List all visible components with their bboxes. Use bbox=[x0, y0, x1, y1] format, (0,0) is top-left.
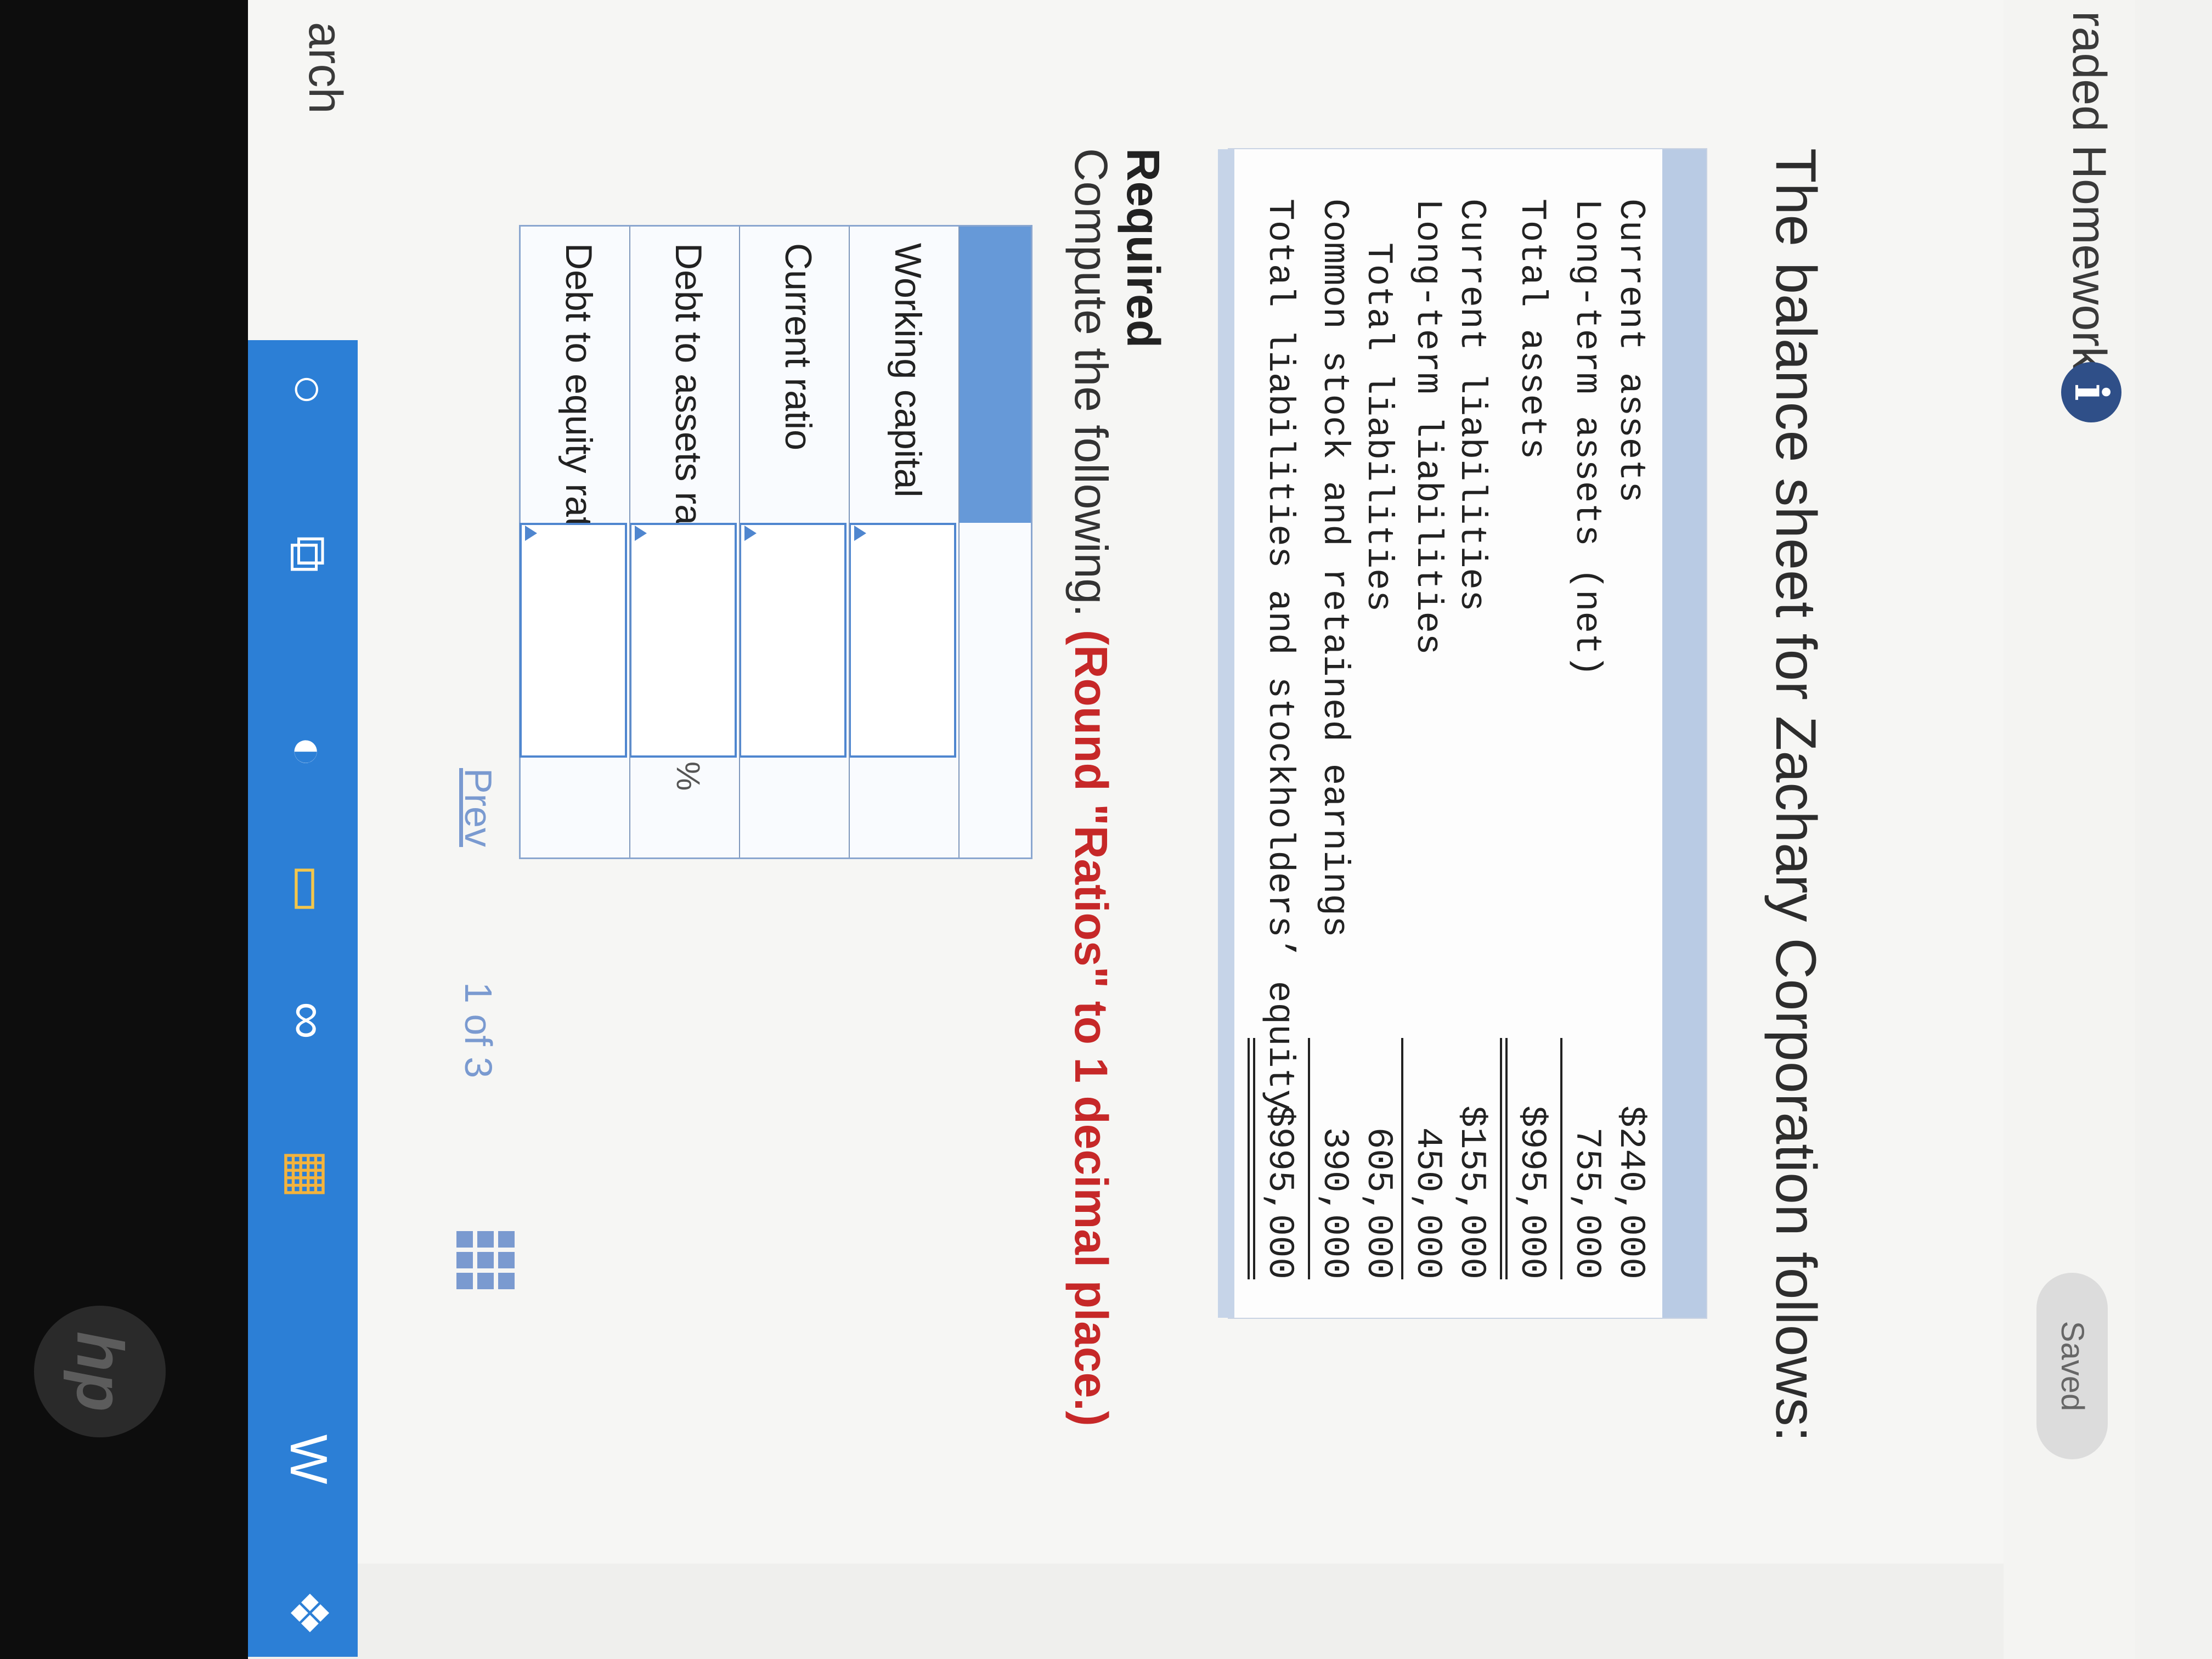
question-grid-icon[interactable] bbox=[451, 1229, 517, 1295]
answer-row-label: Debt to assets ratio bbox=[668, 243, 709, 565]
balance-row-label: Common stock and retained earnings bbox=[1314, 199, 1355, 938]
answer-row-label: Debt to equity ratio bbox=[558, 243, 600, 556]
balance-row-value: $240,000 bbox=[1610, 1105, 1651, 1279]
browser-page: raded Homework i Saved The balance sheet… bbox=[0, 0, 2212, 1659]
double-rule bbox=[1253, 1038, 1255, 1279]
answer-table-header-blank bbox=[960, 523, 1031, 857]
taskbar-search[interactable]: arch bbox=[298, 22, 352, 114]
sum-rule bbox=[1560, 1038, 1562, 1279]
answer-table: Working capital Current ratio Debt to as… bbox=[519, 225, 1032, 859]
question-intro: The balance sheet for Zachary Corporatio… bbox=[1764, 148, 1827, 1442]
sum-rule bbox=[1401, 1038, 1403, 1279]
word-icon[interactable]: W bbox=[275, 1426, 341, 1492]
top-strip bbox=[2135, 0, 2212, 1659]
double-rule bbox=[1248, 1038, 1250, 1279]
balance-row-value: 605,000 bbox=[1358, 1127, 1399, 1279]
rounding-note: (Round "Ratios" to 1 decimal place.) bbox=[1065, 629, 1117, 1426]
balance-row-value: $995,000 bbox=[1511, 1105, 1553, 1279]
answer-row-label: Current ratio bbox=[777, 243, 819, 450]
prev-link[interactable]: Prev bbox=[456, 768, 500, 847]
input-marker-icon bbox=[744, 526, 757, 541]
balance-row-value: $155,000 bbox=[1451, 1105, 1492, 1279]
instruction-text: Compute the following. bbox=[1065, 148, 1117, 617]
balance-row-label: Total liabilities and stockholders’ equi… bbox=[1259, 199, 1300, 1111]
percent-suffix: % bbox=[670, 761, 707, 791]
info-icon[interactable]: i bbox=[2061, 362, 2121, 422]
input-marker-icon bbox=[854, 526, 866, 541]
balance-row-label: Current liabilities bbox=[1451, 199, 1492, 612]
debt-to-assets-input[interactable] bbox=[629, 523, 737, 758]
working-capital-input[interactable] bbox=[849, 523, 956, 758]
hp-logo-icon: hp bbox=[34, 1306, 166, 1437]
answer-row-label: Working capital bbox=[887, 243, 929, 498]
balance-sheet-header bbox=[1662, 149, 1706, 1318]
balance-row-label: Total assets bbox=[1511, 199, 1553, 460]
infinity-icon[interactable]: ∞ bbox=[275, 988, 341, 1053]
dropbox-icon[interactable]: ❖ bbox=[275, 1580, 341, 1646]
app-title: raded Homework bbox=[2063, 11, 2115, 370]
store-icon[interactable]: ▦ bbox=[275, 1141, 341, 1207]
balance-sheet-footer bbox=[1218, 149, 1234, 1318]
input-marker-icon bbox=[525, 526, 537, 541]
page-count: 1 of 3 bbox=[457, 982, 500, 1079]
task-view-icon[interactable]: ⧉ bbox=[275, 521, 341, 587]
balance-row-label: Current assets bbox=[1610, 199, 1651, 503]
input-marker-icon bbox=[635, 526, 647, 541]
balance-row-value: 755,000 bbox=[1566, 1127, 1607, 1279]
balance-row-value: $995,000 bbox=[1259, 1105, 1300, 1279]
edge-icon[interactable]: ◐ bbox=[275, 719, 341, 785]
saved-badge: Saved bbox=[2036, 1273, 2108, 1459]
screen: raded Homework i Saved The balance sheet… bbox=[0, 0, 2212, 1659]
cortana-icon[interactable]: ○ bbox=[275, 357, 341, 422]
balance-row-value: 390,000 bbox=[1314, 1127, 1355, 1279]
balance-sheet-table: Current assets $240,000 Long-term assets… bbox=[1218, 148, 1707, 1319]
balance-row-value: 450,000 bbox=[1407, 1127, 1448, 1279]
balance-row-label: Long-term liabilities bbox=[1407, 199, 1448, 655]
file-explorer-icon[interactable]: ▭ bbox=[275, 856, 341, 922]
sum-rule bbox=[1308, 1038, 1310, 1279]
double-rule bbox=[1505, 1038, 1508, 1279]
balance-row-label: Long-term assets (net) bbox=[1566, 199, 1607, 677]
required-instructions: Compute the following. (Round "Ratios" t… bbox=[1064, 148, 1118, 1426]
balance-row-label: Total liabilities bbox=[1358, 242, 1399, 612]
double-rule bbox=[1500, 1038, 1502, 1279]
required-heading: Required bbox=[1118, 148, 1169, 348]
answer-table-header bbox=[960, 227, 1031, 523]
current-ratio-input[interactable] bbox=[739, 523, 847, 758]
debt-to-equity-input[interactable] bbox=[520, 523, 627, 758]
